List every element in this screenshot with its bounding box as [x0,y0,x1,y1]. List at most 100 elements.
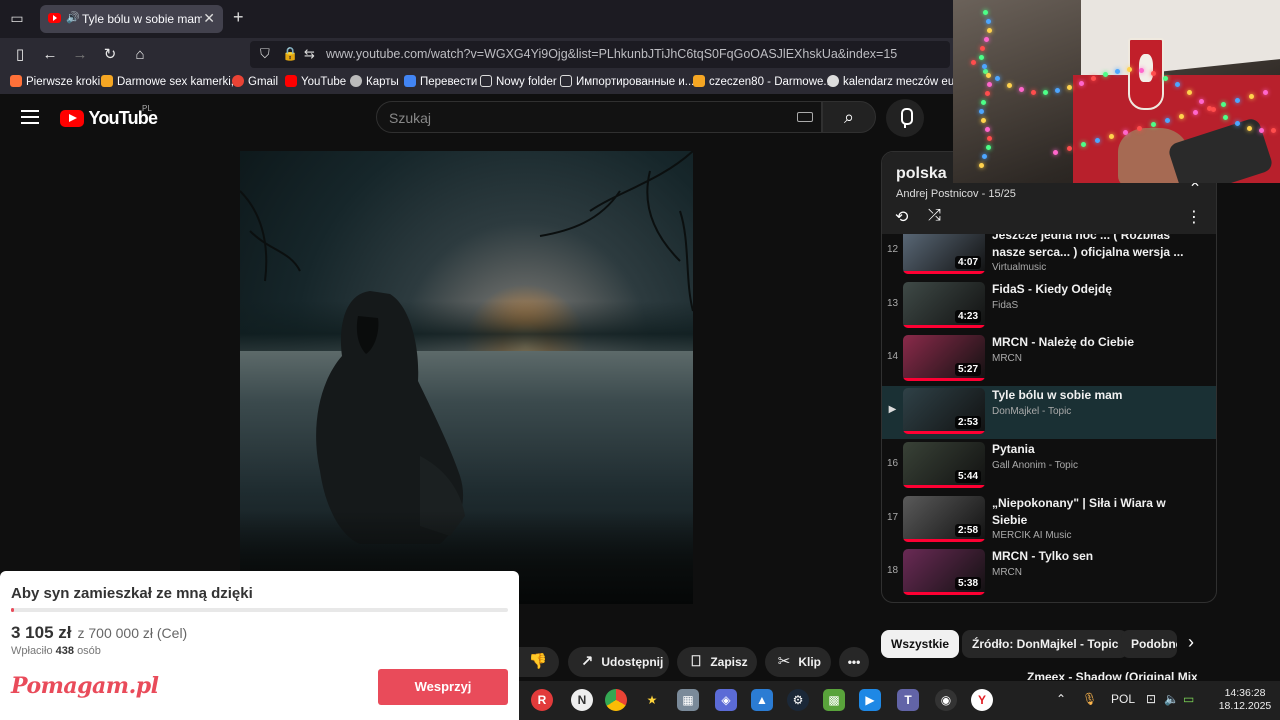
youtube-logo[interactable]: YouTube PL [60,104,158,129]
shield-icon[interactable]: ⛉ [260,46,270,62]
sidebar-toggle-icon[interactable]: ▯ [9,44,31,66]
star-app-icon[interactable]: ★ [641,689,663,711]
reload-icon[interactable]: ↻ [99,44,121,66]
bookmark-folder[interactable]: Nowy folder [480,75,557,88]
shuffle-icon[interactable]: ⤮ [928,207,941,225]
bookmark-item[interactable]: Darmowe sex kamerki,... [101,75,244,88]
app-icon-red[interactable]: R [531,689,553,711]
url-text[interactable]: www.youtube.com/watch?v=WGXG4Yi9Ojg&list… [326,47,897,61]
teams-icon[interactable]: T [897,689,919,711]
chip-all[interactable]: Wszystkie [881,630,960,658]
light-bulb [1207,106,1212,111]
playlist-item-author[interactable]: MRCN [992,353,1022,364]
dislike-button[interactable]: 👎 [519,647,559,677]
more-actions-button[interactable]: ••• [839,647,869,677]
support-button[interactable]: Wesprzyj [378,669,508,705]
bookmark-item[interactable]: Карты [350,75,399,88]
media-player-icon[interactable]: ▶ [859,689,881,711]
back-icon[interactable]: ← [39,44,61,66]
playlist-item[interactable]: 12 4:07 Jeszcze jedna noc ... ( Rozbiłaś n… [882,234,1216,279]
duration-badge: 5:27 [954,363,981,376]
next-video-title[interactable]: Zmeex - Shadow (Original Mix) [1027,670,1197,680]
tree-branches-image [240,151,693,312]
playlist-item-thumbnail[interactable]: 4:07 [903,234,985,274]
playlist-item[interactable]: 14 5:27 MRCN - Należę do Ciebie MRCN [882,333,1216,386]
share-button[interactable]: ↗ Udostępnij [568,647,669,677]
recorder-icon[interactable]: ◉ [935,689,957,711]
menu-icon[interactable] [21,110,39,124]
save-button[interactable]: ⎕ Zapisz [677,647,757,677]
playlist-item-title[interactable]: MRCN - Tylko sen [992,548,1192,565]
browser-tab-active[interactable]: 🔊 Tyle bólu w sobie mam - YouTube ✕ [40,5,223,33]
compass-app-icon[interactable]: N [571,689,593,711]
playlist-item-title[interactable]: FidaS - Kiedy Odejdę [992,281,1192,298]
new-tab-icon[interactable]: + [233,7,244,28]
language-indicator[interactable]: POL [1111,692,1135,706]
playlist-item[interactable]: 17 2:58 „Niepokonany" | Siła i Wiara w Sie… [882,494,1216,547]
playlist-item-title[interactable]: MRCN - Należę do Ciebie [992,334,1192,351]
bookmark-item[interactable]: czeczen80 - Darmowe... [693,75,833,88]
watched-progress-bar [903,431,985,434]
tray-expand-icon[interactable]: ⌃ [1056,692,1066,706]
tab-list-icon[interactable]: ▭ [8,9,26,27]
bookmark-folder[interactable]: Импортированные и... [560,75,694,88]
playlist-item-thumbnail[interactable]: 5:44 [903,442,985,488]
forward-icon[interactable]: → [69,44,91,66]
lock-icon[interactable]: 🔒 [282,46,298,62]
chrome-icon[interactable] [605,689,627,711]
playlist-item-title[interactable]: Tyle bólu w sobie mam [992,387,1192,404]
playlist-item-author[interactable]: DonMajkel - Topic [992,406,1071,417]
playlist-item-thumbnail[interactable]: 5:27 [903,335,985,381]
chip-source[interactable]: Źródło: DonMajkel - Topic [962,630,1129,658]
playlist-item-author[interactable]: Virtualmusic [992,262,1046,273]
clock[interactable]: 14:36:28 18.12.2025 [1215,687,1275,713]
playlist-item-title[interactable]: „Niepokonany" | Siła i Wiara w Siebie [992,495,1192,529]
speaker-icon[interactable]: 🔊 [66,11,80,24]
bookmark-item[interactable]: Gmail [232,75,278,88]
search-input[interactable]: Szukaj [376,101,822,133]
voice-search-button[interactable] [886,99,924,137]
bookmark-item[interactable]: Перевести [404,75,477,88]
playlist-item-thumbnail[interactable]: 2:58 [903,496,985,542]
bookmark-item[interactable]: Pierwsze kroki [10,75,100,88]
keyboard-icon[interactable] [797,112,813,122]
package-app-icon[interactable]: ▦ [677,689,699,711]
home-icon[interactable]: ⌂ [129,44,151,66]
bookmark-item[interactable]: kalendarz meczów eur... [827,75,967,88]
volume-icon[interactable]: 🔈 [1164,692,1179,706]
playlist-item-title[interactable]: Pytania [992,441,1192,458]
playlist-item[interactable]: 18 5:38 MRCN - Tylko sen MRCN [882,547,1216,600]
playlist-item-thumbnail[interactable]: 5:38 [903,549,985,595]
playlist-item-thumbnail[interactable]: 2:53 [903,388,985,434]
battery-icon[interactable]: ▭ [1183,692,1194,706]
light-bulb [1095,138,1100,143]
search-button[interactable]: ⌕ [822,101,876,133]
chevron-right-icon[interactable]: › [1188,632,1194,653]
microphone-icon[interactable]: 🎙 [1082,692,1097,706]
video-player[interactable] [240,151,693,604]
playlist-title[interactable]: polska [896,165,947,183]
address-bar[interactable]: ⛉ 🔒 ⇆ www.youtube.com/watch?v=WGXG4Yi9Oj… [250,41,950,68]
playlist-item-thumbnail[interactable]: 4:23 [903,282,985,328]
photos-icon[interactable]: ▲ [751,689,773,711]
playlist-item[interactable]: 16 5:44 Pytania Gall Anonim - Topic [882,440,1216,493]
app-icon-blue[interactable]: ◈ [715,689,737,711]
playlist-item-author[interactable]: MERCIK AI Music [992,530,1071,541]
permissions-icon[interactable]: ⇆ [304,46,315,62]
playlist-item-author[interactable]: FidaS [992,300,1018,311]
more-options-icon[interactable]: ⋮ [1186,207,1202,227]
playlist-item-title[interactable]: Jeszcze jedna noc ... ( Rozbiłaś nasze s… [992,234,1192,261]
playlist-item-author[interactable]: Gall Anonim - Topic [992,460,1078,471]
close-tab-icon[interactable]: ✕ [203,10,215,27]
playlist-item[interactable]: 13 4:23 FidaS - Kiedy Odejdę FidaS [882,280,1216,333]
chip-similar[interactable]: Podobne [1121,630,1177,658]
network-icon[interactable]: ⊡ [1146,692,1156,706]
bookmark-item[interactable]: YouTube [285,75,346,88]
playlist-item-current[interactable]: ▶ 2:53 Tyle bólu w sobie mam DonMajkel - To… [882,386,1216,439]
game-app-icon[interactable]: ▩ [823,689,845,711]
yandex-browser-icon[interactable]: Y [971,689,993,711]
steam-icon[interactable]: ⚙ [787,689,809,711]
loop-icon[interactable]: ⟲ [895,207,908,227]
playlist-item-author[interactable]: MRCN [992,567,1022,578]
clip-button[interactable]: ✂ Klip [765,647,831,677]
